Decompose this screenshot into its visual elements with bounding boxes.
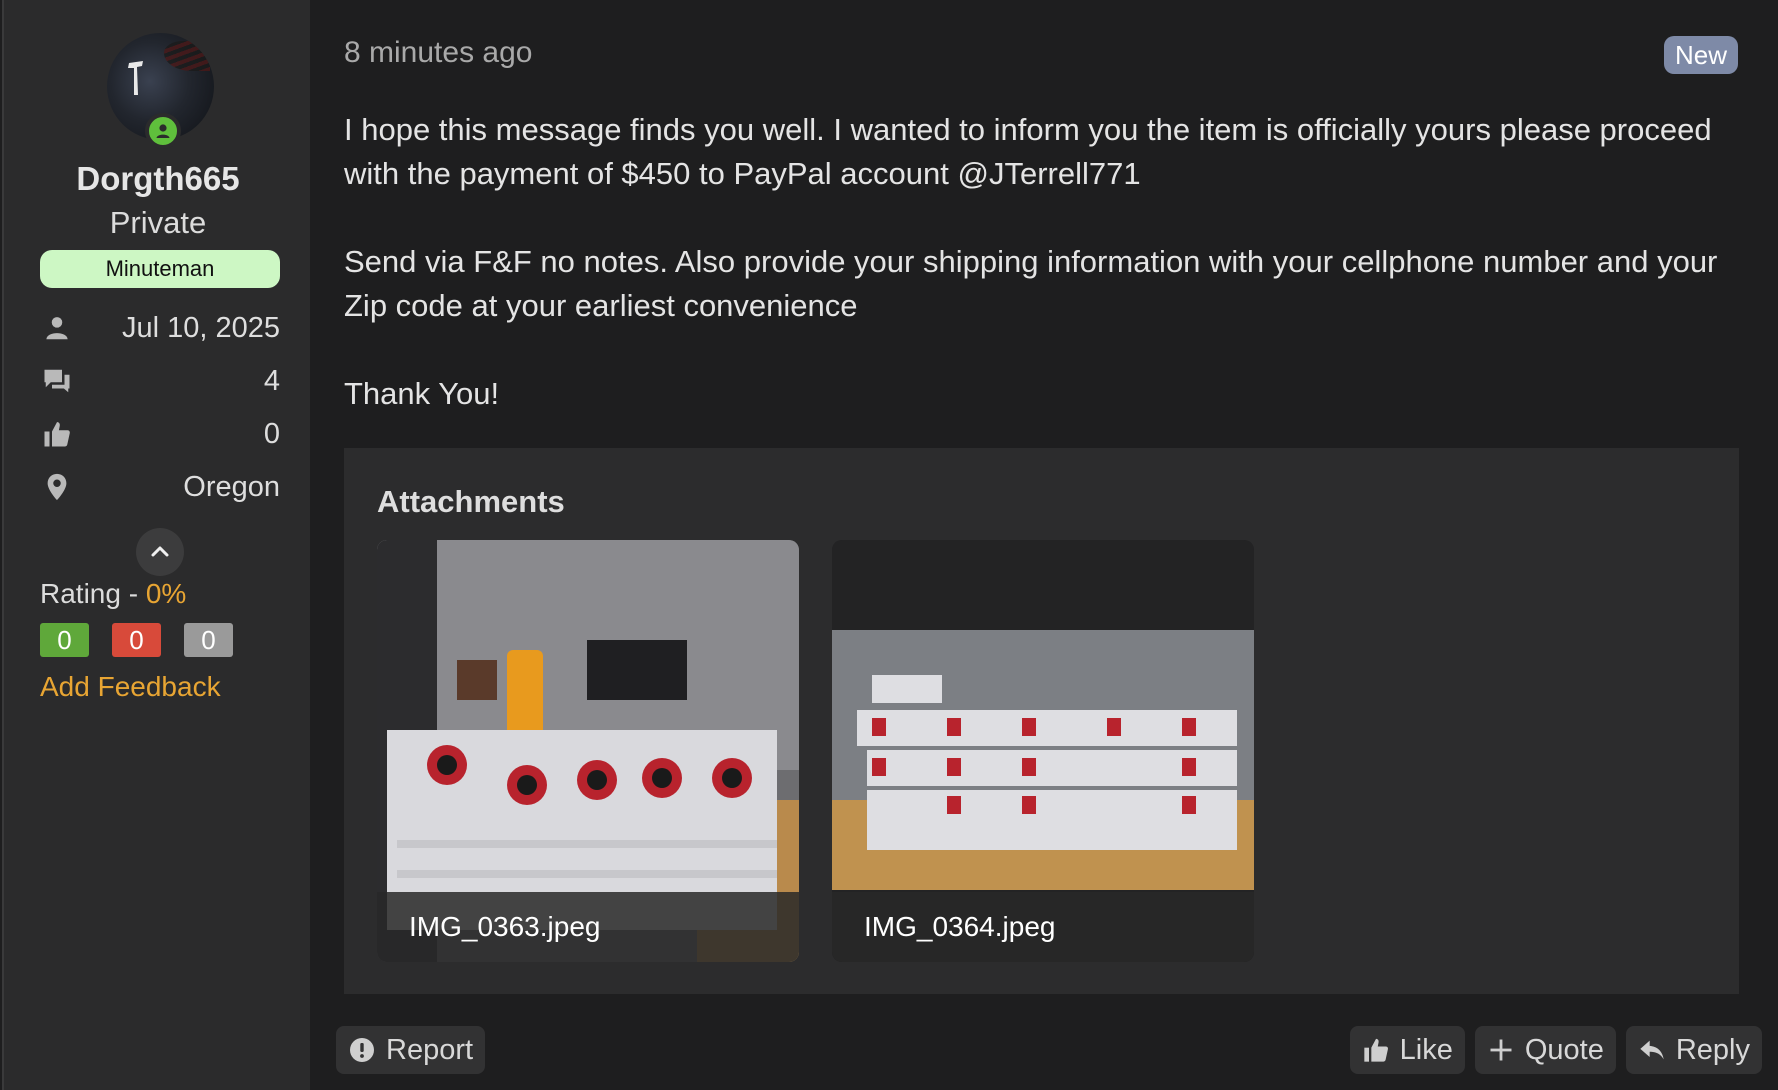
reply-button[interactable]: Reply	[1625, 1026, 1762, 1074]
report-label: Report	[386, 1033, 474, 1066]
reaction-score: 0	[263, 417, 280, 450]
user-title: Private	[109, 205, 207, 240]
collapse-button[interactable]	[136, 528, 184, 576]
username[interactable]: Dorgth665	[4, 160, 312, 198]
attachment-filename[interactable]: IMG_0364.jpeg	[832, 892, 1254, 962]
avatar-figure	[128, 61, 143, 95]
post-actions-right: Like Quote Reply	[1349, 1026, 1762, 1074]
quote-label: Quote	[1524, 1033, 1604, 1066]
thumbs-up-icon	[1363, 1038, 1388, 1062]
post-content: 8 minutes ago New I hope this message fi…	[310, 0, 1778, 1090]
message-paragraph: I hope this message finds you well. I wa…	[344, 112, 1712, 191]
attachment-card[interactable]: IMG_0364.jpeg	[832, 540, 1254, 962]
message-count: 4	[263, 364, 280, 397]
neutral-feedback-count[interactable]: 0	[184, 623, 233, 657]
attachments-title: Attachments	[377, 484, 565, 519]
user-sidebar: Dorgth665 Private Minuteman Jul 10, 2025…	[2, 0, 310, 1090]
like-button[interactable]: Like	[1349, 1026, 1465, 1074]
chevron-up-icon	[151, 546, 169, 557]
location[interactable]: Oregon	[183, 471, 280, 504]
attachment-filename[interactable]: IMG_0363.jpeg	[377, 892, 799, 962]
rating-label: Rating -	[40, 578, 146, 609]
report-button[interactable]: Report	[336, 1026, 486, 1074]
message-body: I hope this message finds you well. I wa…	[344, 108, 1744, 460]
attachment-card[interactable]: IMG_0363.jpeg	[377, 540, 799, 962]
quote-button[interactable]: Quote	[1474, 1026, 1616, 1074]
joined-date: Jul 10, 2025	[121, 311, 280, 344]
new-badge: New	[1664, 36, 1738, 74]
forum-post: Dorgth665 Private Minuteman Jul 10, 2025…	[2, 0, 1778, 1090]
post-actions-left: Report	[336, 1026, 486, 1074]
stat-reactions: 0	[40, 414, 280, 454]
feedback-counts: 0 0 0	[40, 623, 233, 657]
messages-icon	[40, 364, 74, 398]
message-paragraph: Thank You!	[344, 376, 500, 411]
avatar-pattern	[164, 41, 210, 71]
add-feedback-link[interactable]: Add Feedback	[40, 671, 221, 703]
stat-location: Oregon	[40, 467, 280, 507]
like-label: Like	[1399, 1033, 1453, 1066]
message-paragraph: Send via F&F no notes. Also provide your…	[344, 244, 1718, 323]
stat-joined: Jul 10, 2025	[40, 308, 280, 348]
negative-feedback-count[interactable]: 0	[112, 623, 161, 657]
location-pin-icon	[40, 470, 74, 504]
thumbs-up-icon	[40, 417, 74, 451]
rating-percent: 0%	[145, 578, 187, 609]
reply-label: Reply	[1675, 1033, 1750, 1066]
plus-icon	[1490, 1039, 1512, 1061]
rank-badge: Minuteman	[40, 250, 280, 288]
rating: Rating - 0%	[40, 578, 186, 610]
alert-icon	[350, 1038, 374, 1062]
attachments-panel: Attachments IMG_0363.jpeg IMG_0364.jpeg	[344, 448, 1739, 994]
post-timestamp[interactable]: 8 minutes ago	[344, 36, 532, 70]
online-status-icon	[145, 113, 181, 149]
reply-arrow-icon	[1640, 1040, 1664, 1060]
positive-feedback-count[interactable]: 0	[40, 623, 89, 657]
person-icon	[40, 311, 74, 345]
stat-messages: 4	[40, 361, 280, 401]
